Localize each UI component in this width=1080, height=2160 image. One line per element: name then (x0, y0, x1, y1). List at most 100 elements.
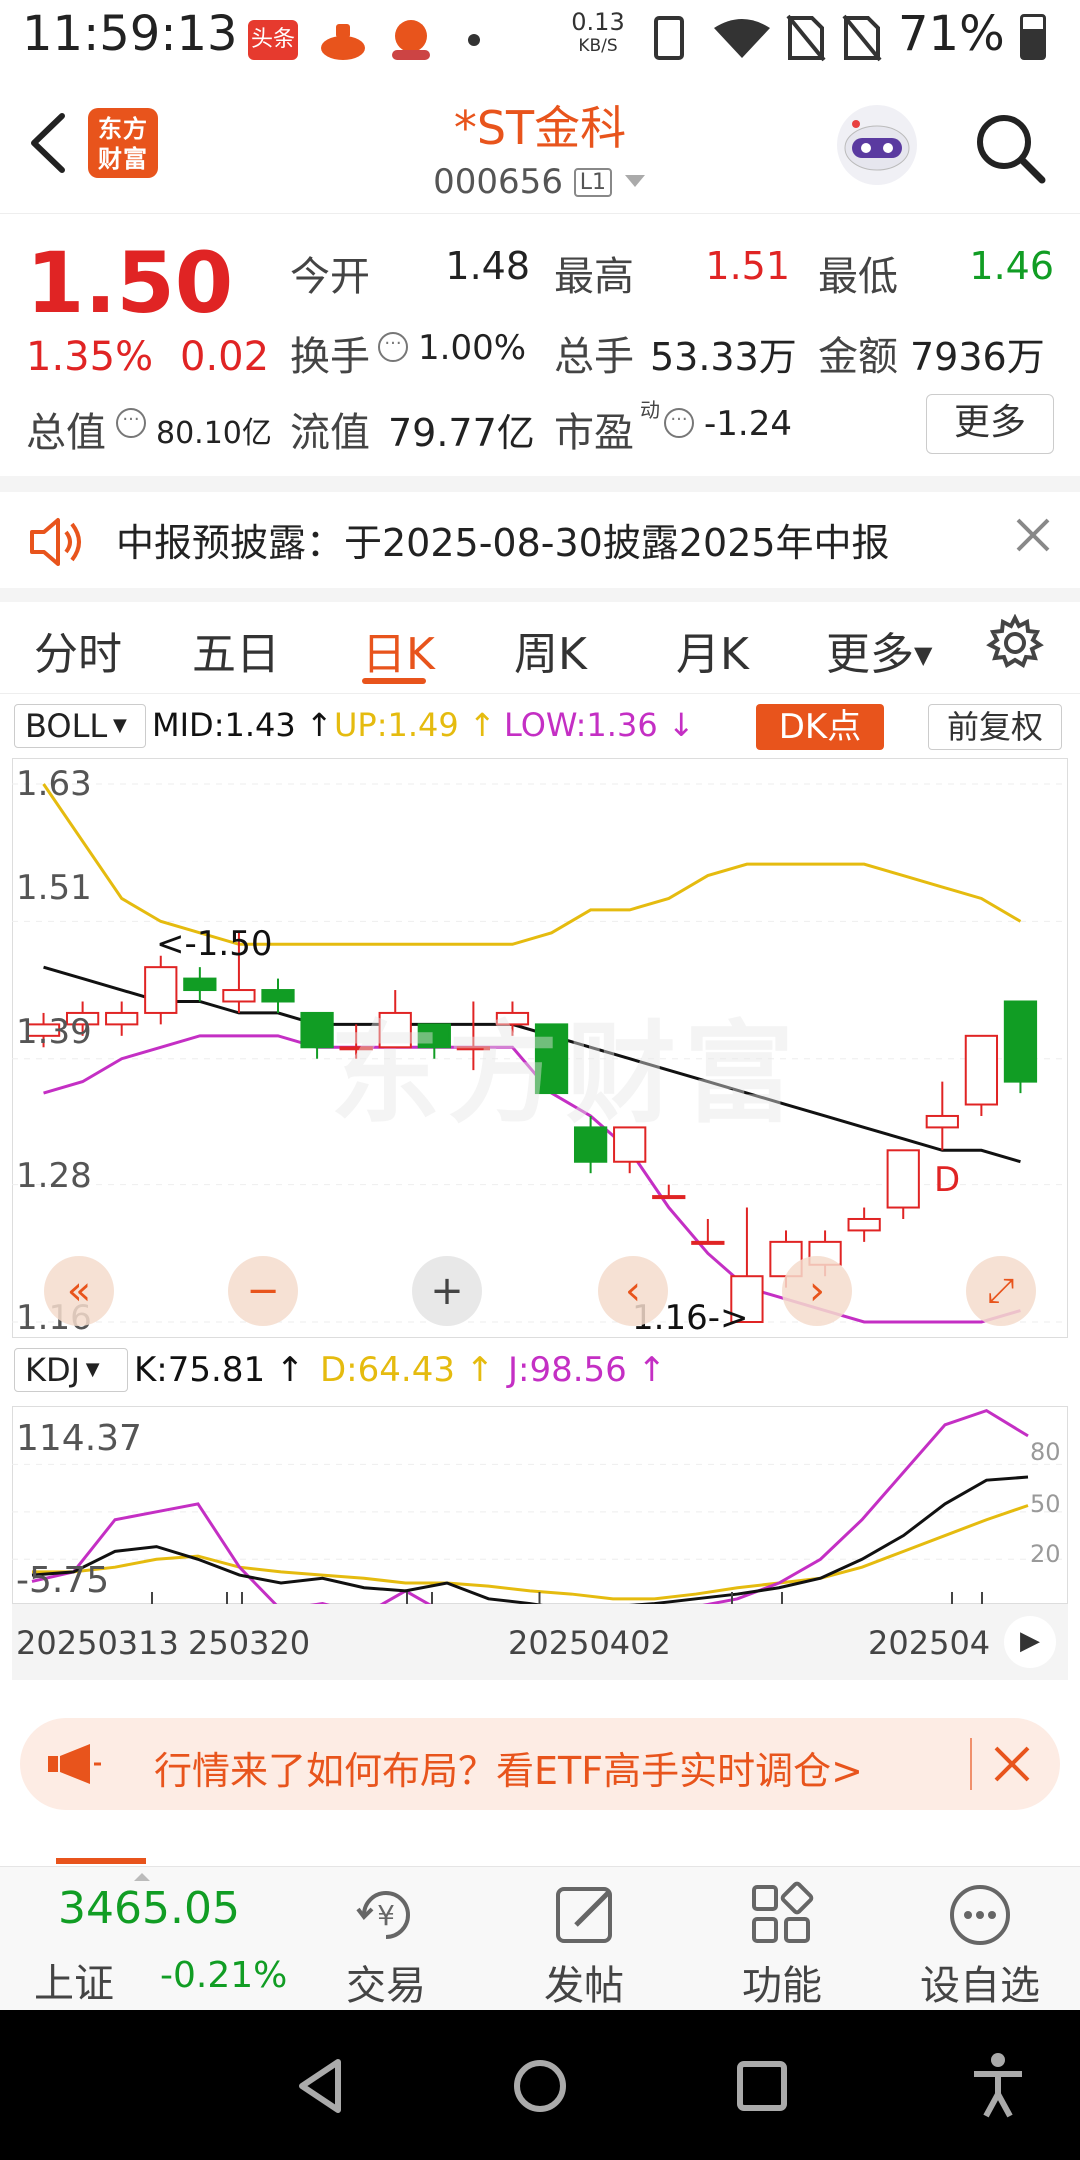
no-sim-icon (786, 14, 826, 66)
divider (0, 476, 1080, 492)
kdj-d-value: D:64.43 ↑ (320, 1350, 495, 1390)
y-label: 1.51 (16, 868, 92, 908)
zoom-out-button[interactable]: − (228, 1256, 298, 1326)
kdj-chart[interactable] (12, 1406, 1068, 1604)
battery-percent: 71% (898, 6, 1005, 62)
info-icon[interactable]: ··· (378, 332, 408, 362)
info-icon[interactable]: ··· (664, 408, 694, 438)
app-icon (386, 14, 436, 64)
scroll-right-button[interactable]: › (782, 1256, 852, 1326)
robot-assistant-icon[interactable] (834, 102, 920, 188)
y-label: 1.39 (16, 1012, 92, 1052)
quote-panel: 1.50 1.35% 0.02 今开 1.48 最高 1.51 最低 1.46 … (0, 214, 1080, 476)
net-speed-value: 0.13 (571, 8, 625, 36)
scroll-left-button[interactable]: ‹ (598, 1256, 668, 1326)
divider (970, 1738, 972, 1790)
back-triangle-icon[interactable] (290, 2056, 350, 2116)
nav-functions[interactable]: 功能 (682, 1867, 882, 2011)
kdj-selector-label: KDJ (25, 1351, 81, 1389)
x-label: 20250402 (508, 1624, 671, 1662)
tab-intraday[interactable]: 分时 (34, 618, 122, 682)
accessibility-icon[interactable] (968, 2050, 1028, 2120)
close-icon[interactable] (990, 1742, 1034, 1786)
net-speed-unit: KB/S (578, 36, 618, 56)
kdj-selector[interactable]: KDJ ▼ (14, 1348, 128, 1392)
nav-trade[interactable]: ¥ 交易 (286, 1867, 486, 2011)
recents-square-icon[interactable] (732, 2056, 792, 2116)
index-change: -0.21% (160, 1955, 288, 1996)
tab-more[interactable]: 更多▼ (826, 618, 932, 682)
nav-functions-label: 功能 (742, 1963, 822, 2009)
scroll-left-fast-button[interactable]: « (44, 1256, 114, 1326)
y-label: 1.63 (16, 764, 92, 804)
chevron-down-icon (623, 158, 647, 198)
dk-point-button[interactable]: DK点 (756, 704, 884, 750)
dk-signal-marker: D (934, 1160, 961, 1200)
amount-label: 金额 (818, 334, 898, 380)
high-marker: <-1.50 (156, 924, 273, 964)
adjust-mode-button[interactable]: 前复权 (928, 704, 1062, 750)
stock-code-row[interactable]: 000656 L1 (340, 158, 740, 202)
candle-body (183, 977, 217, 992)
mktcap-value: 80.10亿 (156, 416, 272, 451)
wifi-icon (712, 16, 772, 64)
zoom-in-button[interactable]: + (412, 1256, 482, 1326)
battery-icon (1020, 14, 1046, 60)
notice-text: 中报预披露：于2025-08-30披露2025年中报 (116, 521, 890, 565)
kdj-k-value: K:75.81 ↑ (134, 1350, 305, 1390)
home-circle-icon[interactable] (510, 2056, 570, 2116)
tab-monthly-k[interactable]: 月K (676, 618, 749, 682)
index-value: 3465.05 (58, 1883, 240, 1934)
tab-five-day[interactable]: 五日 (192, 618, 280, 682)
kdj-tick-20: 20 (1030, 1540, 1061, 1568)
tab-more-label: 更多 (826, 629, 914, 680)
promo-banner[interactable]: 行情来了如何布局？看ETF高手实时调仓> (20, 1718, 1060, 1810)
boll-up-line (42, 783, 1022, 946)
turnover-label: 换手 (290, 334, 370, 380)
candle-body (1003, 1000, 1038, 1083)
open-value: 1.48 (445, 244, 530, 288)
kdj-k-line (31, 1475, 1029, 1604)
divider (0, 588, 1080, 602)
close-icon[interactable] (1012, 514, 1054, 556)
volume-label: 总手 (554, 334, 634, 380)
kdj-y-max: 114.37 (16, 1418, 142, 1459)
candle-body (886, 1149, 920, 1209)
tab-daily-k[interactable]: 日K (362, 618, 435, 682)
notice-bar[interactable]: 中报预披露：于2025-08-30披露2025年中报 (0, 492, 1080, 588)
candle-body (652, 1195, 686, 1200)
megaphone-icon (46, 1740, 102, 1788)
more-button[interactable]: 更多 (926, 394, 1054, 454)
edit-post-icon (550, 1879, 622, 1951)
caret-down-icon: ▼ (914, 641, 933, 669)
pe-value: -1.24 (704, 404, 792, 444)
nav-add-watchlist-label: 设自选 (920, 1963, 1040, 2009)
nav-post[interactable]: 发帖 (484, 1867, 684, 2011)
boll-selector[interactable]: BOLL ▼ (14, 704, 146, 748)
kline-chart-area: BOLL ▼ MID:1.43 ↑ UP:1.49 ↑ LOW:1.36 ↓ D… (0, 694, 1080, 1864)
nav-add-watchlist[interactable]: 设自选 (880, 1867, 1080, 2011)
settings-gear-icon[interactable] (986, 613, 1044, 672)
candle-body (261, 989, 295, 1003)
back-button[interactable] (20, 108, 80, 178)
index-ticker[interactable]: 3465.05 上证 -0.21% (0, 1867, 300, 2011)
fullscreen-icon[interactable]: ⤢ (966, 1256, 1036, 1326)
nav-trade-label: 交易 (346, 1963, 426, 2009)
kdj-d-text: D:64.43 (320, 1350, 455, 1390)
kdj-j-text: J:98.56 (508, 1350, 627, 1390)
info-icon[interactable]: ··· (116, 408, 146, 438)
chart-frame (12, 1406, 1068, 1604)
kdj-d-line (32, 1504, 1029, 1601)
next-page-arrow-icon[interactable]: ▶ (1004, 1616, 1056, 1668)
kdj-j-line (31, 1408, 1029, 1604)
current-price: 1.50 (26, 234, 234, 332)
candle-body (925, 1114, 959, 1129)
boll-mid-value: MID:1.43 ↑ (152, 706, 333, 744)
search-icon[interactable] (970, 108, 1050, 188)
eastmoney-logo: 东方财富 (88, 108, 158, 178)
tab-weekly-k[interactable]: 周K (514, 618, 587, 682)
phone-icon (654, 16, 684, 60)
change-percent: 1.35% (26, 334, 154, 380)
y-label: 1.28 (16, 1156, 92, 1196)
x-label: 202504 (868, 1624, 991, 1662)
